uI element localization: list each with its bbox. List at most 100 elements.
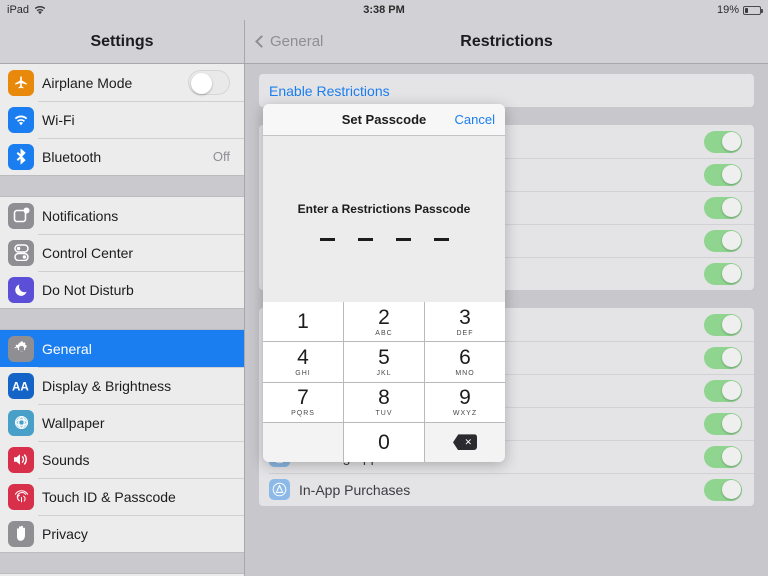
sidebar-group-separator [0,175,244,197]
sidebar-item-label: Privacy [42,525,88,542]
sidebar-item-sounds[interactable]: Sounds [0,441,244,478]
sidebar-item-airplane-mode[interactable]: Airplane Mode [0,64,244,101]
back-button[interactable]: General [255,33,324,50]
hand-icon [8,520,34,547]
ipad-settings-screen: iPad 3:38 PM 19% Settings General Restri… [0,0,768,576]
passcode-dash [395,238,411,241]
restriction-toggle[interactable] [704,445,742,468]
status-bar: iPad 3:38 PM 19% [0,0,768,20]
sidebar-item-value: Off [212,149,230,164]
restriction-toggle[interactable] [704,262,742,285]
keypad-key-letters: PQRS [291,410,315,418]
dialog-title: Set Passcode [341,112,427,127]
keypad-key-number: 1 [297,310,309,334]
sidebar-item-touch-id-passcode[interactable]: Touch ID & Passcode [0,478,244,515]
keypad-key-letters: WXYZ [452,410,478,418]
sidebar-item-privacy[interactable]: Privacy [0,515,244,552]
table-row[interactable]: In-App Purchases [259,473,754,506]
sidebar-item-wi-fi[interactable]: Wi-Fi [0,101,244,138]
control-center-icon [8,239,34,266]
numeric-keypad[interactable]: 1 2 ABC 3 DEF 4 GHI 5 JKL 6 MNO 7 PQRS 8 TUV 9 WXYZ 0 ✕ [263,302,505,462]
airplane-mode-toggle[interactable] [188,70,230,95]
sidebar-item-notifications[interactable]: Notifications [0,197,244,234]
sidebar-item-label: Touch ID & Passcode [42,488,176,505]
keypad-key-number: 4 [297,345,309,369]
restriction-toggle[interactable] [704,313,742,336]
sidebar-item-label: Sounds [42,451,90,468]
status-bar-time: 3:38 PM [363,4,405,16]
detail-navbar: General Restrictions [245,20,768,64]
moon-icon [8,276,34,303]
passcode-dash [357,238,373,241]
keypad-key-number: 2 [378,305,390,329]
speaker-icon [8,446,34,473]
keypad-key-letters: ABC [375,329,393,337]
sidebar-item-label: Wallpaper [42,414,105,431]
notifications-icon [8,202,34,229]
table-row[interactable]: Enable Restrictions [259,74,754,107]
keypad-key-letters: MNO [455,369,475,377]
keypad-key-2[interactable]: 2 ABC [344,302,424,342]
sidebar-item-bluetooth[interactable]: Bluetooth Off [0,138,244,175]
bluetooth-icon [8,143,34,170]
keypad-key-letters: DEF [456,329,474,337]
keypad-key-9[interactable]: 9 WXYZ [425,382,505,422]
restriction-toggle[interactable] [704,163,742,186]
passcode-dash [319,238,335,241]
restriction-toggle[interactable] [704,196,742,219]
sidebar-item-display-brightness[interactable]: AA Display & Brightness [0,367,244,404]
restriction-toggle[interactable] [704,229,742,252]
cancel-button[interactable]: Cancel [455,112,495,127]
keypad-key-6[interactable]: 6 MNO [425,342,505,382]
keypad-key-number: 8 [378,386,390,410]
sidebar-item-do-not-disturb[interactable]: Do Not Disturb [0,271,244,308]
keypad-key-3[interactable]: 3 DEF [425,302,505,342]
keypad-key-7[interactable]: 7 PQRS [263,382,343,422]
display-brightness-icon: AA [8,372,34,399]
set-passcode-dialog: Set Passcode Cancel Enter a Restrictions… [263,104,505,462]
table-row-label: Enable Restrictions [269,82,390,99]
backspace-icon: ✕ [453,434,477,451]
backspace-key[interactable]: ✕ [425,422,505,462]
keypad-key-number: 3 [459,305,471,329]
sidebar-item-label: Do Not Disturb [42,281,134,298]
sidebar-item-label: Notifications [42,207,119,224]
keypad-key-number: 6 [459,345,471,369]
gear-icon [8,335,34,362]
sidebar-item-control-center[interactable]: Control Center [0,234,244,271]
battery-percent-label: 19% [716,4,739,16]
status-bar-right: 19% [716,4,763,16]
keypad-key-1[interactable]: 1 [263,302,343,342]
chevron-left-icon [255,35,268,48]
sidebar-item-label: Wi-Fi [42,111,75,128]
passcode-prompt: Enter a Restrictions Passcode [297,202,471,216]
restriction-toggle[interactable] [704,130,742,153]
keypad-key-letters: GHI [295,369,311,377]
settings-sidebar[interactable]: Airplane Mode Wi-Fi Bluetooth Off Notificati… [0,64,245,576]
settings-card: Enable Restrictions [259,74,754,107]
sidebar-item-label: Bluetooth [42,148,102,165]
fingerprint-icon [8,483,34,510]
restriction-toggle[interactable] [704,412,742,435]
svg-text:AA: AA [12,380,29,393]
sidebar-group-separator [0,308,244,330]
passcode-field[interactable] [319,238,449,241]
restriction-toggle[interactable] [704,346,742,369]
keypad-key-5[interactable]: 5 JKL [344,342,424,382]
restriction-toggle[interactable] [704,478,742,501]
keypad-key-number: 7 [297,386,309,410]
sidebar-item-label: General [42,340,92,357]
back-button-label: General [270,33,324,50]
keypad-key-0[interactable]: 0 [344,422,424,462]
keypad-blank [263,422,343,462]
app-store-icon [269,479,290,500]
sidebar-item-wallpaper[interactable]: Wallpaper [0,404,244,441]
keypad-key-4[interactable]: 4 GHI [263,342,343,382]
page-title: Settings [90,32,154,50]
sidebar-group-separator [0,552,244,574]
battery-icon [743,5,763,15]
dialog-header: Set Passcode Cancel [263,104,505,136]
restriction-toggle[interactable] [704,379,742,402]
sidebar-item-general[interactable]: General [0,330,244,367]
keypad-key-8[interactable]: 8 TUV [344,382,424,422]
